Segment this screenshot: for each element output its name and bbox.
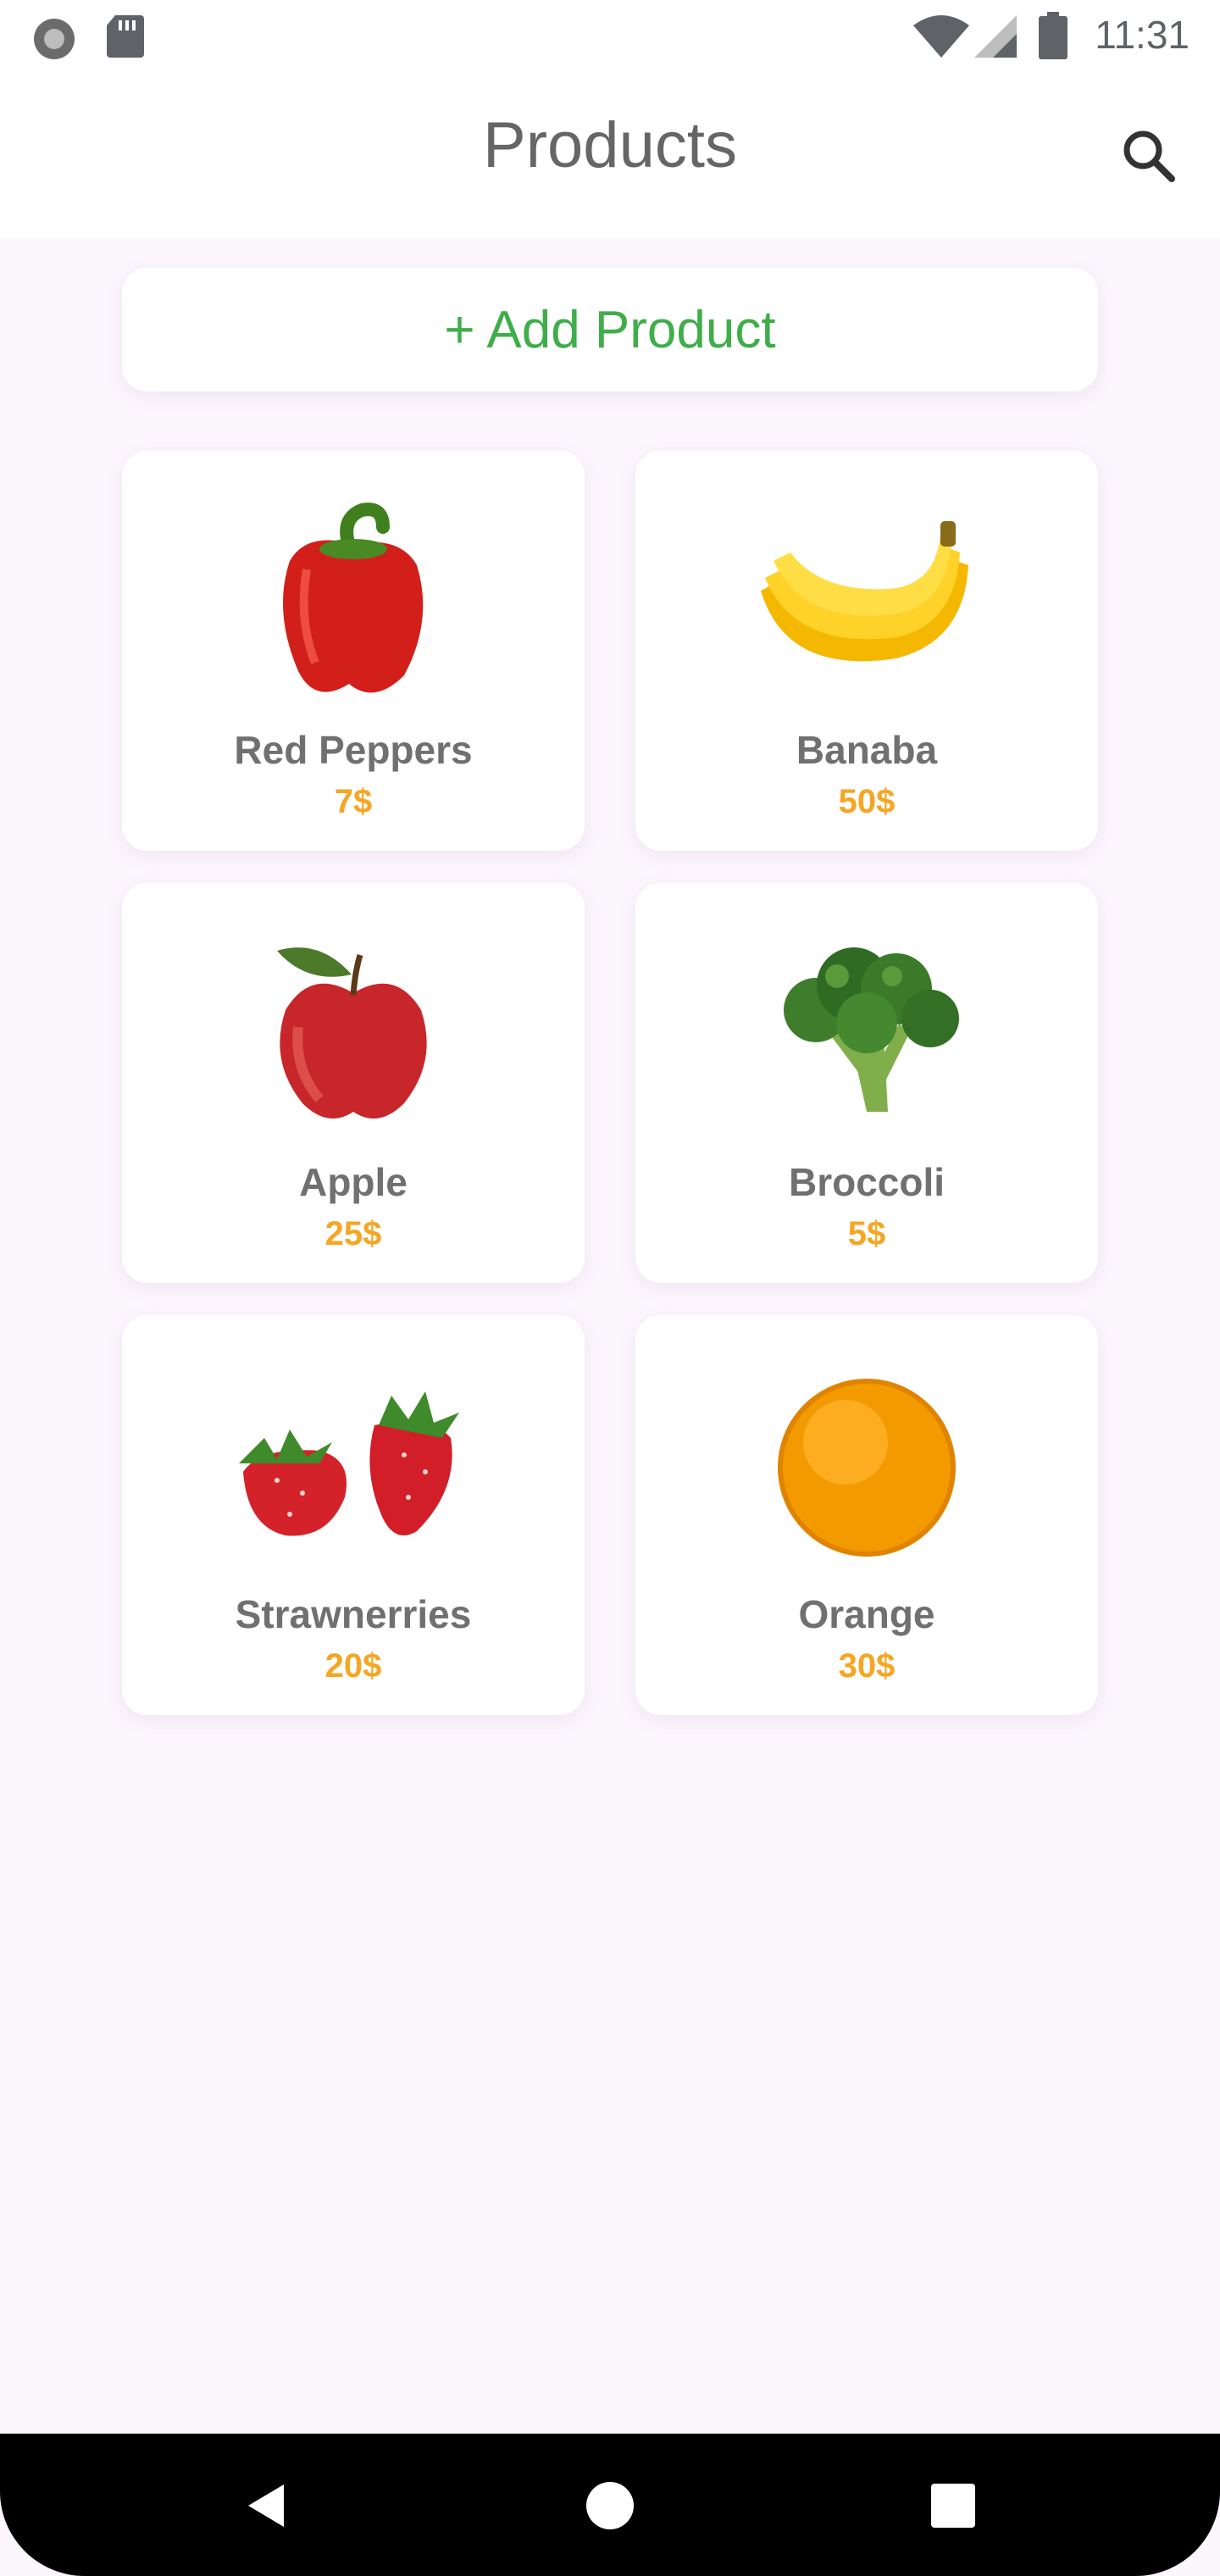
strawberries-image — [122, 1349, 585, 1578]
red-pepper-image — [122, 485, 585, 713]
product-price: 5$ — [847, 1215, 886, 1252]
product-name: Banaba — [796, 728, 938, 772]
product-grid: Red Peppers 7$ Banaba 50$ Apple 25$ Broc… — [122, 451, 1098, 1715]
back-button[interactable] — [229, 2468, 305, 2544]
product-price: 20$ — [324, 1647, 382, 1685]
search-button[interactable] — [1115, 122, 1183, 190]
navigation-bar — [0, 2434, 1220, 2576]
product-card-broccoli[interactable]: Broccoli 5$ — [635, 883, 1098, 1283]
product-price: 25$ — [324, 1215, 382, 1252]
recents-button[interactable] — [915, 2468, 991, 2544]
search-icon — [1123, 130, 1175, 182]
status-bar: 11:31 — [0, 0, 1220, 76]
record-icon — [30, 15, 78, 67]
product-price: 30$ — [838, 1647, 896, 1685]
app-bar: Products — [0, 76, 1220, 237]
product-card-strawnerries[interactable]: Strawnerries 20$ — [122, 1315, 585, 1715]
product-name: Broccoli — [788, 1160, 946, 1204]
banana-image — [635, 485, 1098, 713]
product-card-apple[interactable]: Apple 25$ — [122, 883, 585, 1283]
product-name: Red Peppers — [234, 728, 473, 772]
orange-image — [635, 1349, 1098, 1578]
wifi-icon — [913, 15, 969, 62]
signal-icon — [974, 15, 1017, 62]
home-icon — [586, 2482, 634, 2529]
product-name: Strawnerries — [235, 1592, 472, 1636]
broccoli-image — [635, 917, 1098, 1146]
battery-icon — [1039, 12, 1068, 64]
page-title: Products — [483, 109, 737, 181]
product-name: Apple — [299, 1160, 408, 1204]
recents-icon — [931, 2484, 975, 2528]
home-button[interactable] — [572, 2468, 648, 2544]
add-product-button[interactable]: + Add Product — [122, 268, 1098, 391]
back-icon — [248, 2484, 284, 2527]
apple-image — [122, 917, 585, 1146]
product-price: 7$ — [334, 783, 373, 820]
status-time: 11:31 — [1095, 13, 1190, 57]
product-card-orange[interactable]: Orange 30$ — [635, 1315, 1098, 1715]
product-card-red-peppers[interactable]: Red Peppers 7$ — [122, 451, 585, 851]
product-name: Orange — [798, 1592, 935, 1636]
sd-card-icon — [105, 14, 146, 64]
product-card-banaba[interactable]: Banaba 50$ — [635, 451, 1098, 851]
product-price: 50$ — [838, 783, 896, 820]
